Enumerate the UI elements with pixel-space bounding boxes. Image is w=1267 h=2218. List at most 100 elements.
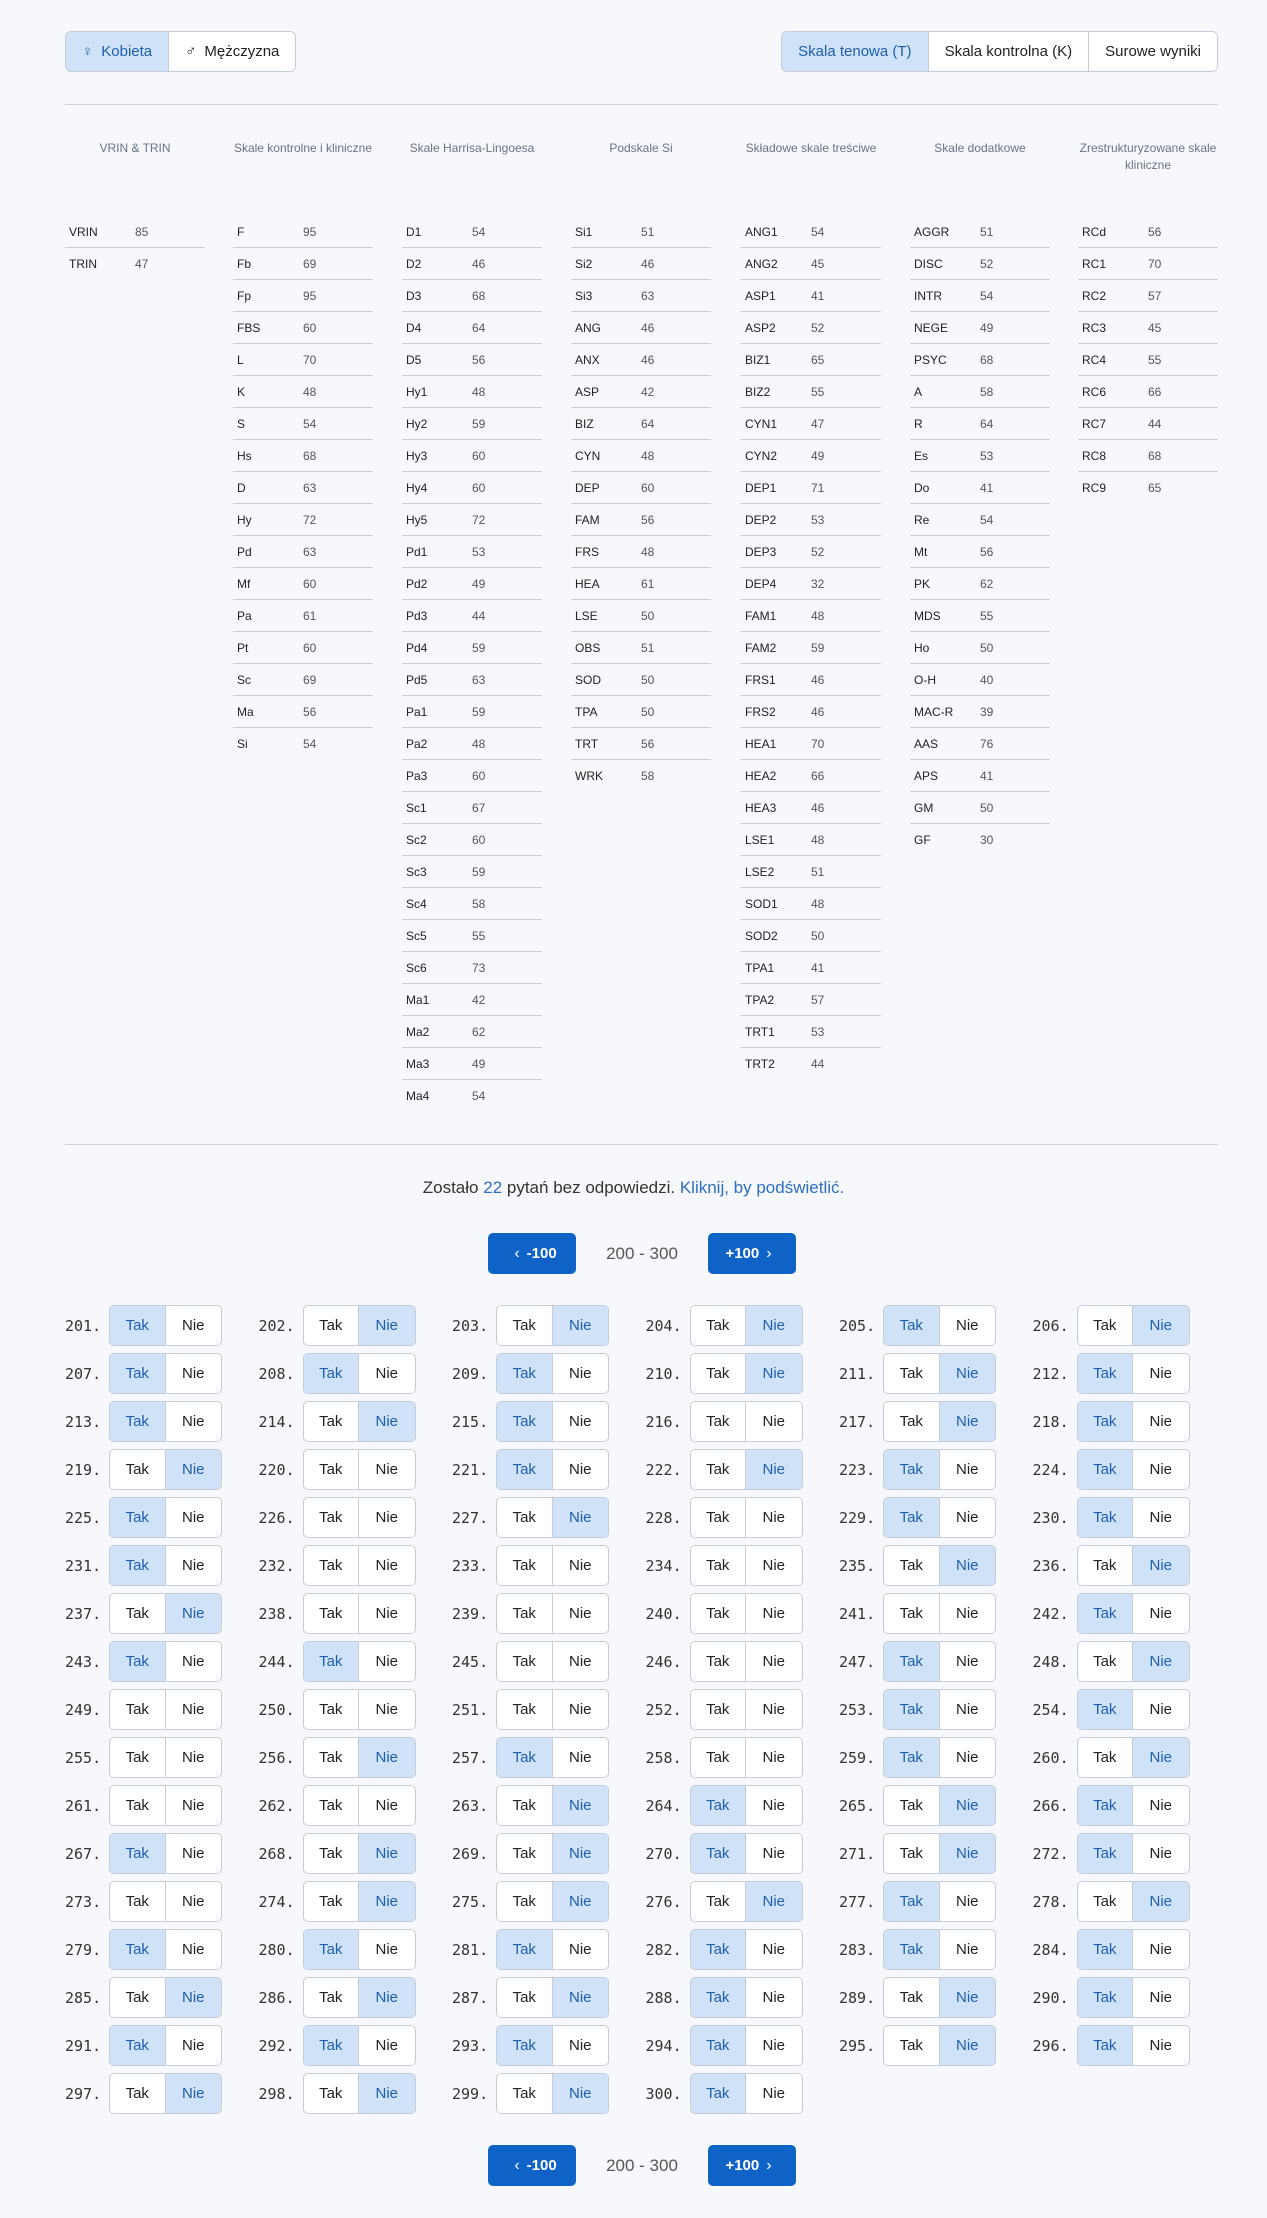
answer-yes-button[interactable]: Tak [304,1738,359,1777]
answer-no-button[interactable]: Nie [359,1450,415,1489]
answer-no-button[interactable]: Nie [552,1498,608,1537]
answer-yes-button[interactable]: Tak [884,1402,940,1441]
answer-no-button[interactable]: Nie [553,2026,609,2065]
answer-yes-button[interactable]: Tak [884,1930,940,1969]
answer-yes-button[interactable]: Tak [1078,1306,1133,1345]
answer-no-button[interactable]: Nie [359,1738,415,1777]
answer-no-button[interactable]: Nie [746,2026,802,2065]
answer-yes-button[interactable]: Tak [690,2026,746,2065]
answer-no-button[interactable]: Nie [553,1402,609,1441]
answer-yes-button[interactable]: Tak [303,1930,359,1969]
answer-no-button[interactable]: Nie [746,1978,802,2017]
answer-no-button[interactable]: Nie [1133,1354,1189,1393]
answer-yes-button[interactable]: Tak [497,1354,553,1393]
answer-no-button[interactable]: Nie [940,1642,996,1681]
answer-yes-button[interactable]: Tak [304,1546,359,1585]
answer-yes-button[interactable]: Tak [884,1498,940,1537]
answer-no-button[interactable]: Nie [359,1594,415,1633]
answer-yes-button[interactable]: Tak [497,1978,553,2017]
answer-yes-button[interactable]: Tak [690,1786,746,1825]
answer-no-button[interactable]: Nie [553,1738,609,1777]
answer-no-button[interactable]: Nie [166,1786,222,1825]
answer-no-button[interactable]: Nie [553,1450,609,1489]
answer-yes-button[interactable]: Tak [691,1642,746,1681]
answer-yes-button[interactable]: Tak [497,1498,553,1537]
answer-no-button[interactable]: Nie [939,1978,995,2017]
answer-yes-button[interactable]: Tak [304,2074,359,2113]
answer-no-button[interactable]: Nie [1133,1882,1189,1921]
answer-yes-button[interactable]: Tak [691,1306,746,1345]
answer-no-button[interactable]: Nie [940,1306,996,1345]
answer-no-button[interactable]: Nie [552,1306,608,1345]
answer-yes-button[interactable]: Tak [497,1594,553,1633]
answer-no-button[interactable]: Nie [1133,1642,1189,1681]
answer-no-button[interactable]: Nie [166,1546,222,1585]
answer-no-button[interactable]: Nie [1133,1306,1189,1345]
answer-no-button[interactable]: Nie [1133,1690,1189,1729]
answer-no-button[interactable]: Nie [940,1882,996,1921]
answer-no-button[interactable]: Nie [746,1738,802,1777]
gender-male-button[interactable]: ♂ Mężczyzna [169,32,296,71]
answer-no-button[interactable]: Nie [746,1594,802,1633]
answer-yes-button[interactable]: Tak [1078,1546,1133,1585]
answer-no-button[interactable]: Nie [166,1402,222,1441]
answer-yes-button[interactable]: Tak [110,1306,166,1345]
answer-yes-button[interactable]: Tak [884,1690,940,1729]
answer-no-button[interactable]: Nie [359,1642,415,1681]
answer-yes-button[interactable]: Tak [691,1546,746,1585]
answer-yes-button[interactable]: Tak [691,1882,746,1921]
answer-no-button[interactable]: Nie [359,1354,415,1393]
answer-yes-button[interactable]: Tak [303,1354,359,1393]
answer-yes-button[interactable]: Tak [304,1690,359,1729]
answer-no-button[interactable]: Nie [552,1834,608,1873]
answer-yes-button[interactable]: Tak [884,1978,940,2017]
answer-no-button[interactable]: Nie [553,1642,609,1681]
answer-yes-button[interactable]: Tak [304,1450,359,1489]
answer-yes-button[interactable]: Tak [1077,1786,1133,1825]
answer-yes-button[interactable]: Tak [1077,1498,1133,1537]
answer-no-button[interactable]: Nie [939,1834,995,1873]
answer-yes-button[interactable]: Tak [691,1354,746,1393]
answer-no-button[interactable]: Nie [553,1594,609,1633]
answer-yes-button[interactable]: Tak [691,1690,746,1729]
answer-yes-button[interactable]: Tak [691,1450,746,1489]
answer-no-button[interactable]: Nie [746,1306,802,1345]
answer-no-button[interactable]: Nie [165,1978,221,2017]
answer-yes-button[interactable]: Tak [110,1594,166,1633]
answer-no-button[interactable]: Nie [1133,1786,1189,1825]
answer-yes-button[interactable]: Tak [304,1978,359,2017]
answer-no-button[interactable]: Nie [359,1978,415,2017]
answer-no-button[interactable]: Nie [553,1690,609,1729]
answer-yes-button[interactable]: Tak [884,1786,940,1825]
answer-no-button[interactable]: Nie [359,1306,415,1345]
answer-no-button[interactable]: Nie [359,1402,415,1441]
answer-yes-button[interactable]: Tak [1077,1690,1133,1729]
answer-yes-button[interactable]: Tak [303,2026,359,2065]
next-100-button[interactable]: +100 › [708,2145,796,2186]
answer-yes-button[interactable]: Tak [110,1978,166,2017]
answer-no-button[interactable]: Nie [939,2026,995,2065]
answer-no-button[interactable]: Nie [1133,1834,1189,1873]
answer-no-button[interactable]: Nie [359,1546,415,1585]
answer-yes-button[interactable]: Tak [497,1834,553,1873]
answer-yes-button[interactable]: Tak [691,1594,746,1633]
answer-yes-button[interactable]: Tak [884,1354,940,1393]
answer-no-button[interactable]: Nie [166,1930,222,1969]
answer-yes-button[interactable]: Tak [110,1546,166,1585]
answer-no-button[interactable]: Nie [746,2074,802,2113]
answer-yes-button[interactable]: Tak [690,1978,746,2017]
answer-no-button[interactable]: Nie [940,1450,996,1489]
answer-yes-button[interactable]: Tak [1077,1930,1133,1969]
answer-yes-button[interactable]: Tak [1077,1834,1133,1873]
answer-no-button[interactable]: Nie [166,1354,222,1393]
answer-no-button[interactable]: Nie [166,1882,222,1921]
answer-yes-button[interactable]: Tak [110,1930,166,1969]
answer-no-button[interactable]: Nie [165,1450,221,1489]
answer-no-button[interactable]: Nie [552,1786,608,1825]
prev-100-button[interactable]: ‹ -100 [488,1233,576,1274]
answer-yes-button[interactable]: Tak [691,1402,746,1441]
answer-yes-button[interactable]: Tak [304,1306,359,1345]
answer-no-button[interactable]: Nie [166,1642,222,1681]
answer-yes-button[interactable]: Tak [1077,1450,1133,1489]
answer-no-button[interactable]: Nie [359,1786,415,1825]
